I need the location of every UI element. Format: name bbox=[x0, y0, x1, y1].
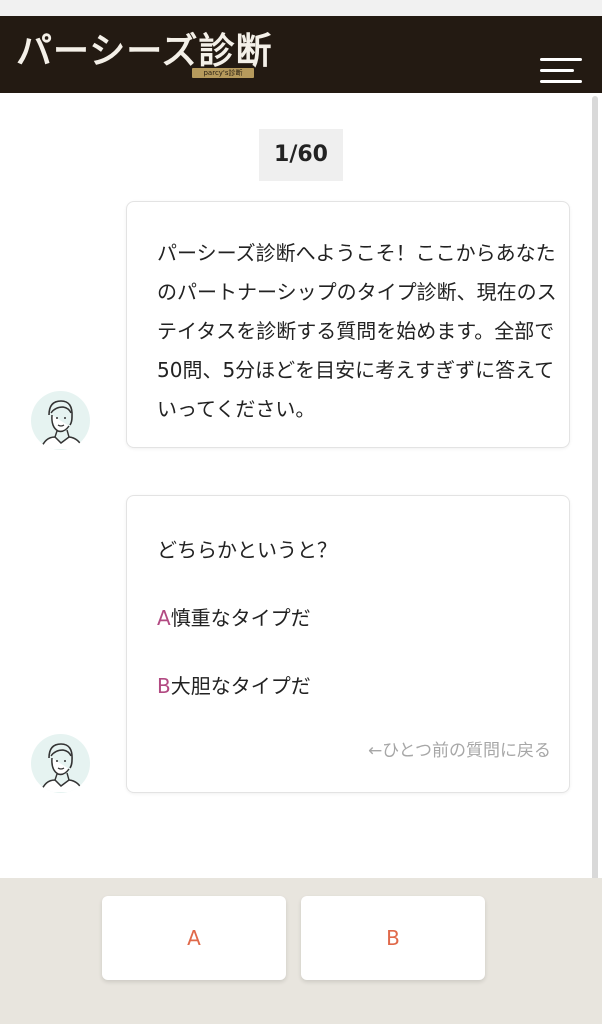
intro-message-bubble: パーシーズ診断へようこそ！ここからあなたのパートナーシップのタイプ診断、現在のス… bbox=[126, 201, 570, 448]
question-prompt: どちらかというと？ bbox=[157, 538, 337, 562]
logo-subtitle: parcy's診断 bbox=[192, 68, 254, 78]
option-a-text: 慎重なタイプだ bbox=[170, 606, 311, 630]
hamburger-menu-icon[interactable] bbox=[540, 56, 586, 88]
answer-a-button[interactable]: A bbox=[102, 896, 286, 980]
progress-counter: 1/60 bbox=[259, 129, 343, 181]
page-scrollbar[interactable] bbox=[592, 96, 598, 894]
site-header: パーシーズ診断 parcy's診断 bbox=[0, 16, 602, 93]
site-logo[interactable]: パーシーズ診断 parcy's診断 bbox=[16, 30, 272, 80]
option-b-letter: B bbox=[157, 674, 171, 698]
option-a-letter: A bbox=[157, 606, 171, 630]
answer-bar: A B bbox=[0, 878, 602, 1024]
advisor-avatar bbox=[31, 734, 90, 793]
answer-b-button[interactable]: B bbox=[301, 896, 485, 980]
option-a: A慎重なタイプだ bbox=[157, 602, 311, 631]
advisor-avatar bbox=[31, 391, 90, 450]
question-bubble: どちらかというと？ A慎重なタイプだ B大胆なタイプだ ←ひとつ前の質問に戻る bbox=[126, 495, 570, 793]
option-b: B大胆なタイプだ bbox=[157, 670, 311, 699]
advisor-face-icon bbox=[40, 743, 84, 793]
status-strip bbox=[0, 0, 602, 16]
advisor-face-icon bbox=[40, 400, 84, 450]
previous-question-link[interactable]: ←ひとつ前の質問に戻る bbox=[368, 736, 551, 761]
intro-message-text: パーシーズ診断へようこそ！ここからあなたのパートナーシップのタイプ診断、現在のス… bbox=[157, 241, 557, 421]
option-b-text: 大胆なタイプだ bbox=[170, 674, 311, 698]
